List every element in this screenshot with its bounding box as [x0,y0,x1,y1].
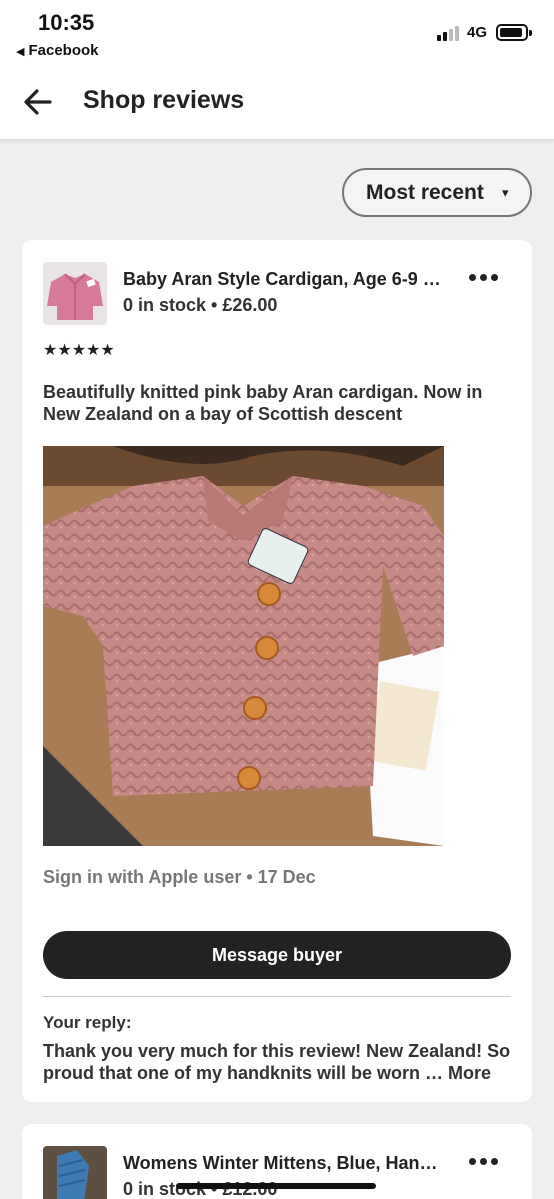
listing-title[interactable]: Womens Winter Mittens, Blue, Han… [123,1153,453,1174]
review-card: Baby Aran Style Cardigan, Age 6-9 … 0 in… [22,240,532,1102]
listing-thumbnail[interactable] [43,1146,107,1199]
sort-label: Most recent [366,181,484,204]
message-buyer-label: Message buyer [211,945,343,965]
reply-more-link[interactable]: More [448,1063,491,1083]
reply-body: Thank you very much for this review! New… [43,1041,511,1083]
more-options-icon[interactable] [468,1146,500,1174]
listing-meta: 0 in stock • £26.00 [123,295,278,315]
reviewer-info: Sign in with Apple user • 17 Dec [43,867,316,887]
listing-title[interactable]: Baby Aran Style Cardigan, Age 6-9 … [123,269,453,290]
reply-label: Your reply: [43,1013,132,1032]
review-text: Beautifully knitted pink baby Aran cardi… [43,382,483,424]
message-buyer-button[interactable]: Message buyer [43,931,511,979]
divider [43,996,511,997]
sort-dropdown[interactable]: Most recent ▾ [342,168,532,217]
review-photo[interactable] [43,446,444,846]
listing-meta: 0 in stock • £12.00 [123,1179,278,1199]
caret-down-icon: ▾ [502,185,509,200]
back-triangle-icon: ◀ [16,46,25,58]
back-to-app-link[interactable]: ◀ Facebook [16,42,99,59]
home-indicator [176,1183,376,1189]
star-rating: ★★★★★ [43,342,115,359]
arrow-left-icon[interactable] [22,86,54,118]
more-options-icon[interactable] [468,262,500,290]
app-bar: Shop reviews [0,66,554,140]
status-bar: 10:35 ◀ Facebook 4G [0,0,554,66]
network-type: 4G [467,24,488,41]
status-time: 10:35 [38,10,95,35]
reply-text: Thank you very much for this review! New… [43,1040,518,1084]
signal-icon [437,25,463,41]
page-title: Shop reviews [83,86,245,114]
battery-icon [496,24,532,41]
back-app-label: Facebook [28,42,99,59]
listing-thumbnail[interactable] [43,262,107,325]
